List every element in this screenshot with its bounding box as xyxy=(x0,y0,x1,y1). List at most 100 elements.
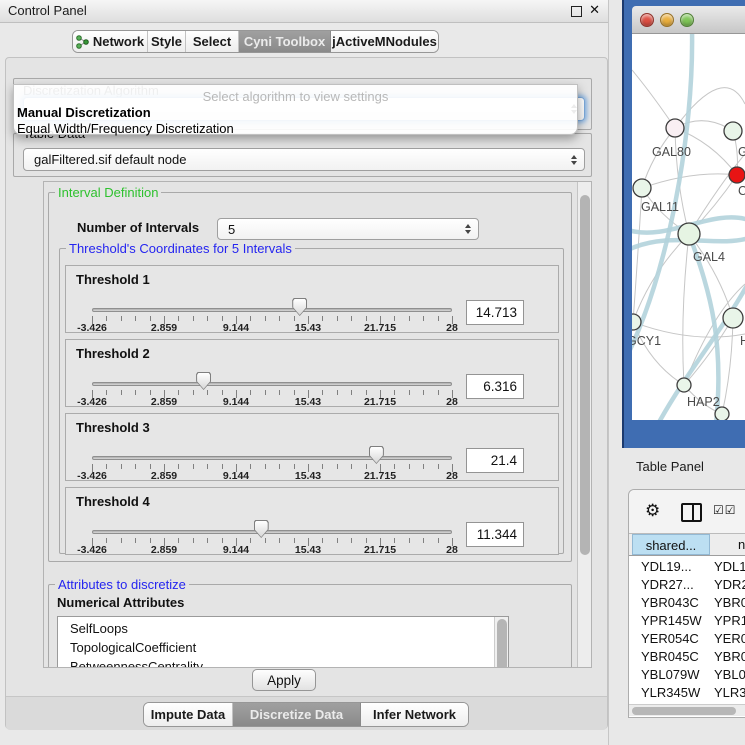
network-node-hap2[interactable]: HAP2 xyxy=(677,378,720,409)
network-edge xyxy=(683,234,689,385)
threshold-value-input[interactable]: 21.4 xyxy=(466,448,524,473)
slider-tick xyxy=(438,316,439,321)
network-node-ga[interactable]: GA xyxy=(724,122,745,159)
slider-tick xyxy=(121,390,122,395)
table-row[interactable]: YDL19...YDL1 xyxy=(629,558,745,576)
slider-tick-label: 21.715 xyxy=(364,322,396,334)
tab-label: Infer Network xyxy=(373,707,456,722)
slider-track[interactable] xyxy=(92,456,452,460)
attribute-list-item[interactable]: BetweennessCentrality xyxy=(58,657,508,668)
tab-label: jActiveMNodules xyxy=(332,34,437,49)
numerical-attributes-title: Numerical Attributes xyxy=(57,595,184,610)
slider-track[interactable] xyxy=(92,382,452,386)
table-row[interactable]: YLR345WYLR3 xyxy=(629,684,745,702)
scrollbar-thumb[interactable] xyxy=(580,195,590,555)
tab-cyni-toolbox[interactable]: Cyni Toolbox xyxy=(239,31,331,52)
table-row[interactable]: YBR045CYBR0 xyxy=(629,648,745,666)
cell-name: YBR0 xyxy=(714,594,745,612)
threshold-slider[interactable]: -3.4262.8599.14415.4321.71528 xyxy=(92,488,452,556)
table-horizontal-scrollbar[interactable] xyxy=(629,704,745,716)
threshold-slider[interactable]: -3.4262.8599.14415.4321.71528 xyxy=(92,414,452,482)
select-columns-icon[interactable]: ☑☑ xyxy=(713,503,737,517)
tab-jactivemnodules[interactable]: jActiveMNodules xyxy=(331,31,438,52)
slider-tick-label: 28 xyxy=(446,470,458,482)
threshold-value-input[interactable]: 6.316 xyxy=(466,374,524,399)
slider-tick xyxy=(106,538,107,543)
threshold-slider[interactable]: -3.4262.8599.14415.4321.71528 xyxy=(92,340,452,408)
slider-tick xyxy=(279,390,280,395)
slider-tick xyxy=(193,538,194,543)
slider-tick xyxy=(409,538,410,543)
tab-label: Cyni Toolbox xyxy=(244,34,325,49)
float-window-icon[interactable] xyxy=(571,6,582,17)
tab-style[interactable]: Style xyxy=(148,31,186,52)
tab-label: Select xyxy=(193,34,231,49)
slider-tick xyxy=(279,464,280,469)
tab-impute-data[interactable]: Impute Data xyxy=(144,703,233,726)
attributes-list-scrollbar[interactable] xyxy=(494,617,508,668)
network-edge xyxy=(633,234,689,322)
slider-thumb[interactable] xyxy=(292,298,307,316)
slider-thumb[interactable] xyxy=(196,372,211,390)
algorithm-option[interactable]: Equal Width/Frequency Discretization xyxy=(17,121,234,136)
settings-vertical-scrollbar[interactable] xyxy=(577,182,591,667)
slider-tick-label: -3.426 xyxy=(77,544,107,556)
gear-icon[interactable]: ⚙ xyxy=(645,501,660,521)
slider-tick xyxy=(222,464,223,469)
cell-shared-name: YDL19... xyxy=(629,558,714,576)
slider-track[interactable] xyxy=(92,308,452,312)
attribute-list-item[interactable]: SelfLoops xyxy=(58,619,508,638)
close-icon[interactable]: ✕ xyxy=(589,2,600,18)
network-node-gal11[interactable]: GAL11 xyxy=(633,179,679,214)
network-node-gal4[interactable]: GAL4 xyxy=(678,223,725,264)
slider-tick xyxy=(150,390,151,395)
settings-scroll-pane: Interval Definition Number of Intervals … xyxy=(43,181,592,668)
slider-tick xyxy=(423,390,424,395)
scrollbar-thumb[interactable] xyxy=(497,619,507,668)
scrollbar-thumb[interactable] xyxy=(632,707,736,715)
apply-button[interactable]: Apply xyxy=(252,669,316,691)
slider-tick-label: -3.426 xyxy=(77,396,107,408)
split-columns-icon[interactable] xyxy=(681,503,702,522)
slider-thumb-face xyxy=(370,447,383,463)
algorithm-option[interactable]: Manual Discretization xyxy=(17,105,151,120)
column-header-name[interactable]: na xyxy=(710,534,745,555)
slider-thumb[interactable] xyxy=(254,520,269,538)
attribute-list-item[interactable]: TopologicalCoefficient xyxy=(58,638,508,657)
slider-tick xyxy=(438,538,439,543)
combo-stepper-icon xyxy=(571,155,577,165)
slider-thumb[interactable] xyxy=(369,446,384,464)
zoom-traffic-light[interactable] xyxy=(680,13,694,27)
network-window: GAL80GACGAL11GAL4GCY1HAHAP2 xyxy=(622,0,745,448)
network-node[interactable] xyxy=(715,407,729,420)
column-header-shared-name[interactable]: shared... xyxy=(632,534,710,555)
table-data-combo[interactable]: galFiltered.sif default node xyxy=(23,148,585,171)
threshold-box: Threshold 2-3.4262.8599.14415.4321.71528… xyxy=(65,339,559,407)
table-row[interactable]: YPR145WYPR1 xyxy=(629,612,745,630)
slider-tick xyxy=(207,464,208,469)
thresholds-group-label: Threshold's Coordinates for 5 Intervals xyxy=(66,241,295,256)
tab-infer-network[interactable]: Infer Network xyxy=(361,703,468,726)
threshold-slider[interactable]: -3.4262.8599.14415.4321.71528 xyxy=(92,266,452,334)
network-canvas[interactable]: GAL80GACGAL11GAL4GCY1HAHAP2 xyxy=(632,34,745,420)
num-intervals-combo[interactable]: 5 xyxy=(217,218,479,240)
slider-tick xyxy=(366,464,367,469)
table-row[interactable]: YBL079WYBL0 xyxy=(629,666,745,684)
slider-tick xyxy=(250,390,251,395)
table-row[interactable]: YDR27...YDR2 xyxy=(629,576,745,594)
tab-select[interactable]: Select xyxy=(186,31,239,52)
slider-track[interactable] xyxy=(92,530,452,534)
control-panel-titlebar: Control Panel ✕ xyxy=(0,0,608,23)
close-traffic-light[interactable] xyxy=(640,13,654,27)
minimize-traffic-light[interactable] xyxy=(660,13,674,27)
tab-network[interactable]: Network xyxy=(73,31,148,52)
threshold-value-input[interactable]: 11.344 xyxy=(466,522,524,547)
slider-tick xyxy=(207,538,208,543)
threshold-value-input[interactable]: 14.713 xyxy=(466,300,524,325)
table-row[interactable]: YER054CYER0 xyxy=(629,630,745,648)
table-row[interactable]: YBR043CYBR0 xyxy=(629,594,745,612)
slider-tick xyxy=(366,538,367,543)
tab-discretize-data[interactable]: Discretize Data xyxy=(233,703,361,726)
combo-stepper-icon xyxy=(465,224,471,234)
slider-tick-label: 2.859 xyxy=(151,470,177,482)
